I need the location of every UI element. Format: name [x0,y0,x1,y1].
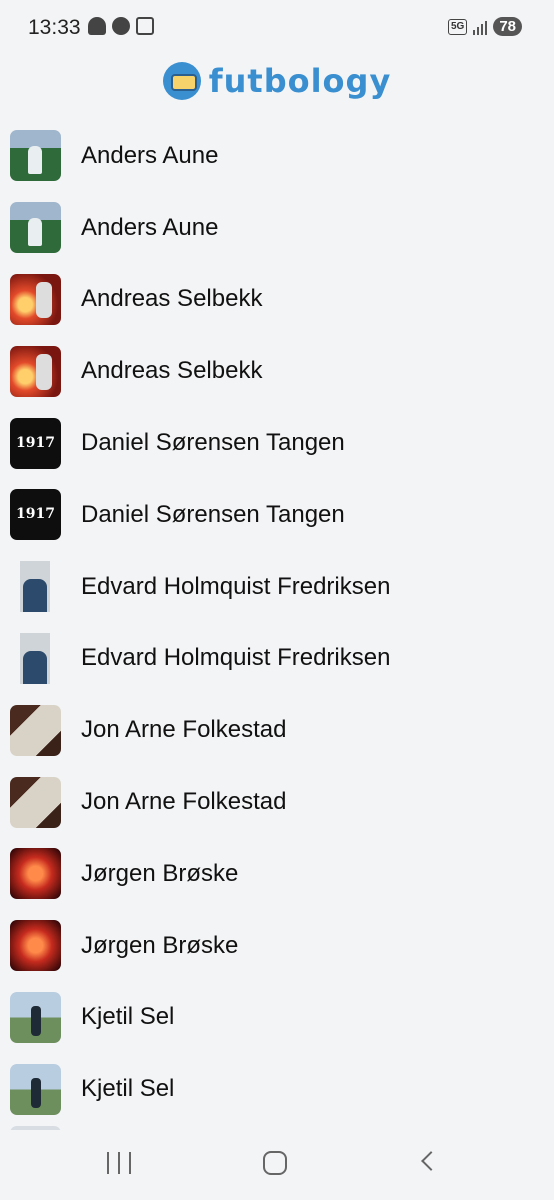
player-name: Anders Aune [81,141,219,169]
player-list[interactable]: Anders Aune Anders Aune Andreas Selbekk … [0,120,554,1125]
notification-icons [88,17,154,35]
list-item[interactable]: Andreas Selbekk [0,335,554,407]
system-icons: 5G 78 [447,17,522,36]
player-name: Edvard Holmquist Fredriksen [81,644,391,672]
player-name: Daniel Sørensen Tangen [81,500,345,528]
player-name: Daniel Sørensen Tangen [81,429,345,457]
list-item[interactable]: Anders Aune [0,120,554,192]
status-bar: 13:33 5G 78 [0,0,554,56]
system-nav-bar [0,1130,554,1200]
player-name: Jon Arne Folkestad [81,788,287,816]
player-name: Andreas Selbekk [81,357,263,385]
list-item[interactable]: Andreas Selbekk [0,264,554,336]
player-thumbnail [10,1063,61,1115]
screen: 13:33 5G 78 futbology Anders Aune Anders… [0,0,554,1200]
home-icon[interactable] [263,1151,287,1175]
status-time: 13:33 [28,16,81,39]
player-name: Jørgen Brøske [81,931,239,959]
futbology-logo-icon [162,62,201,100]
app-header: futbology [0,58,554,104]
player-name: Kjetil Sel [81,1003,175,1031]
player-name: Jon Arne Folkestad [81,716,287,744]
player-name: Kjetil Sel [81,1075,175,1103]
snapchat-icon [88,17,106,35]
player-name: Jørgen Brøske [81,859,239,887]
player-thumbnail [10,920,61,972]
list-item[interactable]: Edvard Holmquist Fredriksen [0,551,554,623]
list-item[interactable]: Jørgen Brøske [0,910,554,982]
list-item[interactable]: Jon Arne Folkestad [0,694,554,766]
recents-icon[interactable] [107,1152,131,1174]
player-name: Andreas Selbekk [81,285,263,313]
player-thumbnail [10,991,61,1043]
signal-icon [473,19,488,35]
list-item[interactable]: Edvard Holmquist Fredriksen [0,623,554,695]
list-item[interactable]: 1917 Daniel Sørensen Tangen [0,479,554,551]
list-item[interactable]: Jørgen Brøske [0,838,554,910]
app-logo-text: futbology [208,62,392,100]
player-name: Edvard Holmquist Fredriksen [81,572,391,600]
player-thumbnail [10,273,61,325]
player-thumbnail: 1917 [10,417,61,469]
player-thumbnail: 1917 [10,489,61,541]
list-item[interactable]: Anders Aune [0,192,554,264]
player-thumbnail [10,704,61,756]
player-thumbnail [10,776,61,828]
back-icon[interactable] [421,1151,441,1171]
network-type-icon: 5G [447,18,468,35]
player-thumbnail [10,130,61,182]
battery-indicator: 78 [493,17,522,36]
player-thumbnail [10,632,61,684]
list-item[interactable]: 1917 Daniel Sørensen Tangen [0,407,554,479]
player-name: Anders Aune [81,213,219,241]
list-item[interactable]: Jon Arne Folkestad [0,766,554,838]
player-thumbnail [10,202,61,254]
player-thumbnail [10,345,61,397]
player-thumbnail [10,561,61,613]
list-item[interactable]: Kjetil Sel [0,982,554,1054]
list-item[interactable]: Kjetil Sel [0,1053,554,1125]
chat-bubble-icon [112,17,130,35]
player-thumbnail [10,848,61,900]
screenshot-icon [136,17,154,35]
